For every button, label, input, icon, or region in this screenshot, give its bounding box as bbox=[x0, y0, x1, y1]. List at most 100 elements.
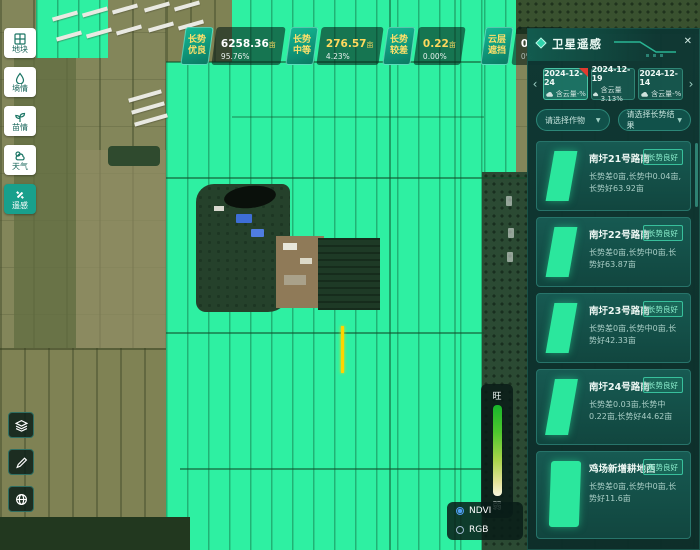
plot-card[interactable]: 南圩21号路南 长势良好 长势差0亩,长势中0.04亩,长势好63.92亩 bbox=[536, 141, 691, 211]
plot-grid-icon bbox=[14, 33, 26, 45]
map-layers-icon bbox=[15, 419, 28, 432]
field-boundary bbox=[389, 0, 391, 550]
radio-selected-icon bbox=[456, 507, 464, 515]
satellite-icon bbox=[14, 189, 26, 201]
ndvi-label: NDVI bbox=[469, 506, 491, 516]
stat-group-poor: 长势较差 0.22亩 0.00% bbox=[385, 27, 463, 65]
stat-label: 长势 bbox=[390, 35, 408, 46]
plot-card[interactable]: 南圩23号路南 长势良好 长势差0亩,长势中0亩,长势好42.33亩 bbox=[536, 293, 691, 363]
field-boundary bbox=[232, 116, 484, 118]
droplet-icon bbox=[14, 72, 26, 84]
map-layers-button[interactable] bbox=[8, 412, 34, 438]
stat-label: 中等 bbox=[293, 46, 311, 57]
date-tab-strip: ‹ 2024-12-24 含云量-% 2024-12-19 含云量3.13% 2… bbox=[528, 61, 699, 106]
sidebar-item-soil-moisture[interactable]: 墒情 bbox=[4, 67, 36, 97]
blue-roof-building bbox=[236, 214, 252, 223]
sidebar-item-label: 墒情 bbox=[12, 85, 28, 93]
map-tree-strip bbox=[0, 517, 190, 550]
stat-unit: 亩 bbox=[366, 41, 373, 49]
plot-card[interactable]: 南圩24号路南 长势良好 长势差0.03亩,长势中0.22亩,长势好44.62亩 bbox=[536, 369, 691, 445]
satellite-remote-sensing-panel: 卫星遥感 ✕ ‹ 2024-12-24 含云量-% 2024-12-19 含云量… bbox=[527, 28, 700, 550]
ndvi-gradient-bar bbox=[493, 405, 502, 496]
dates-prev-arrow[interactable]: ‹ bbox=[530, 78, 540, 90]
stat-label-badge: 长势中等 bbox=[285, 27, 318, 65]
stat-value-panel: 0.22亩 0.00% bbox=[414, 27, 466, 65]
plot-growth-detail: 长势差0.03亩,长势中0.22亩,长势好44.62亩 bbox=[589, 399, 683, 424]
sidebar-nav: 地块 墒情 苗情 天气 遥感 bbox=[4, 28, 36, 214]
ndvi-radio-option[interactable]: NDVI bbox=[456, 506, 514, 516]
sidebar-item-remote-sensing[interactable]: 遥感 bbox=[4, 184, 36, 214]
growth-status-badge: 长势良好 bbox=[643, 301, 683, 317]
stat-label: 长势 bbox=[293, 35, 311, 46]
plot-shape-thumbnail bbox=[546, 303, 578, 353]
sidebar-item-seedling[interactable]: 苗情 bbox=[4, 106, 36, 136]
plot-growth-detail: 长势差0亩,长势中0亩,长势好42.33亩 bbox=[589, 323, 683, 348]
crop-select-dropdown[interactable]: 请选择作物 ▼ bbox=[536, 109, 610, 131]
plot-growth-detail: 长势差0亩,长势中0亩,长势好63.87亩 bbox=[589, 247, 683, 272]
stat-value: 276.57 bbox=[326, 38, 367, 50]
stat-label: 遮挡 bbox=[488, 46, 506, 57]
field-boundary bbox=[180, 468, 484, 470]
blue-roof-building bbox=[251, 229, 264, 237]
panel-header: 卫星遥感 ✕ bbox=[528, 29, 699, 61]
stat-label: 优良 bbox=[188, 46, 206, 57]
greenhouse-cluster bbox=[128, 94, 172, 126]
plot-title: 南圩22号路南 bbox=[589, 227, 650, 241]
growth-stats-bar: 长势优良 6258.36亩 95.76% 长势中等 276.57亩 4.23% bbox=[183, 27, 561, 65]
sidebar-item-label: 天气 bbox=[12, 163, 28, 171]
plot-title: 南圩24号路南 bbox=[589, 379, 650, 393]
field-boundary bbox=[166, 177, 526, 179]
stat-value-panel: 6258.36亩 95.76% bbox=[211, 27, 285, 65]
rgb-label: RGB bbox=[469, 525, 488, 535]
map-tool-buttons bbox=[8, 412, 34, 512]
close-icon[interactable]: ✕ bbox=[684, 36, 692, 47]
ndvi-legend: 旺 弱 bbox=[481, 384, 513, 518]
chevron-down-icon: ▼ bbox=[596, 117, 601, 124]
building bbox=[214, 206, 224, 211]
map-poi-marker bbox=[508, 228, 514, 238]
growth-status-badge: 长势良好 bbox=[643, 377, 683, 393]
crop-select-placeholder: 请选择作物 bbox=[545, 115, 585, 126]
date-label: 2024-12-14 bbox=[639, 69, 682, 87]
cloud-coverage-label: 含云量3.13% bbox=[601, 85, 635, 103]
map-poi-marker bbox=[506, 196, 512, 206]
header-dots-decoration bbox=[646, 54, 663, 57]
plot-growth-detail: 长势差0亩,长势中0亩,长势好11.6亩 bbox=[589, 481, 683, 506]
sprout-icon bbox=[14, 111, 26, 123]
plot-list: 南圩21号路南 长势良好 长势差0亩,长势中0.04亩,长势好63.92亩 南圩… bbox=[528, 139, 699, 549]
radio-unselected-icon bbox=[456, 526, 464, 534]
date-tab[interactable]: 2024-12-14 含云量-% bbox=[638, 68, 683, 100]
growth-select-dropdown[interactable]: 请选择长势结果 ▼ bbox=[618, 109, 692, 131]
sidebar-item-weather[interactable]: 天气 bbox=[4, 145, 36, 175]
plot-card[interactable]: 鸡场新增耕地西 长势良好 长势差0亩,长势中0亩,长势好11.6亩 bbox=[536, 451, 691, 539]
sidebar-item-label: 地块 bbox=[12, 46, 28, 54]
plot-card[interactable]: 南圩22号路南 长势良好 长势差0亩,长势中0亩,长势好63.87亩 bbox=[536, 217, 691, 287]
draw-pencil-icon bbox=[15, 456, 28, 469]
dates-next-arrow[interactable]: › bbox=[686, 78, 696, 90]
stat-percent: 4.23% bbox=[326, 52, 374, 61]
sidebar-item-plots[interactable]: 地块 bbox=[4, 28, 36, 58]
stat-group-excellent: 长势优良 6258.36亩 95.76% bbox=[183, 27, 283, 65]
stat-value: 6258.36 bbox=[221, 38, 269, 50]
stat-label: 较差 bbox=[390, 46, 408, 57]
filter-row: 请选择作物 ▼ 请选择长势结果 ▼ bbox=[528, 106, 699, 139]
field-boundary bbox=[454, 0, 456, 550]
plot-growth-detail: 长势差0亩,长势中0.04亩,长势好63.92亩 bbox=[589, 171, 683, 196]
rgb-radio-option[interactable]: RGB bbox=[456, 525, 514, 535]
draw-measure-button[interactable] bbox=[8, 449, 34, 475]
new-flag-icon bbox=[579, 68, 588, 77]
map-crop-fields bbox=[484, 0, 516, 172]
sidebar-item-label: 苗情 bbox=[12, 124, 28, 132]
stat-label: 云层 bbox=[488, 35, 506, 46]
panel-scrollbar[interactable] bbox=[695, 143, 698, 207]
date-label: 2024-12-19 bbox=[592, 65, 635, 83]
stat-percent: 95.76% bbox=[221, 52, 276, 61]
growth-status-badge: 长势良好 bbox=[643, 149, 683, 165]
date-tab[interactable]: 2024-12-19 含云量3.13% bbox=[591, 68, 636, 100]
legend-top-label: 旺 bbox=[492, 389, 501, 402]
cloud-coverage-label: 含云量-% bbox=[556, 89, 586, 99]
stat-label-badge: 长势较差 bbox=[383, 27, 416, 65]
date-tab[interactable]: 2024-12-24 含云量-% bbox=[543, 68, 588, 100]
globe-button[interactable] bbox=[8, 486, 34, 512]
cloud-coverage-label: 含云量-% bbox=[651, 89, 681, 99]
